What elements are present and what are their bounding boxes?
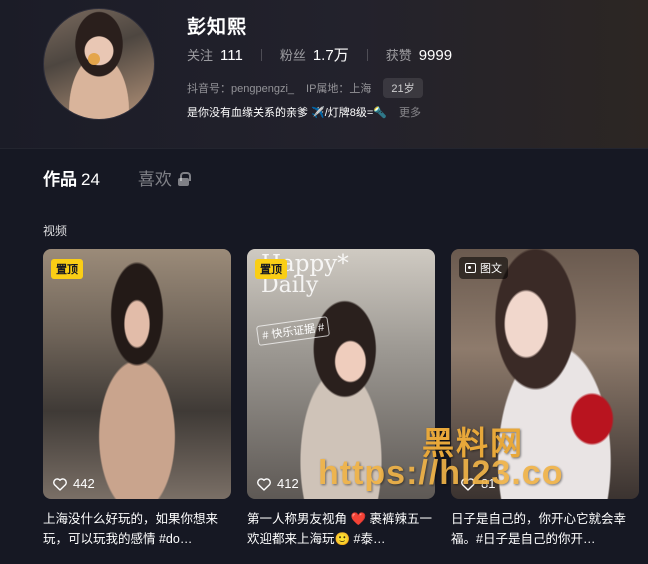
tab-works-count: 24 [81, 170, 100, 189]
avatar[interactable] [43, 8, 155, 120]
video-thumbnail[interactable]: Happy* Daily 置顶 # 快乐证据 # 412 [247, 249, 435, 499]
stat-value: 9999 [418, 47, 453, 64]
avatar-detail [88, 53, 100, 65]
lock-icon [177, 171, 191, 186]
stat-likes-received: 获赞 9999 [386, 45, 452, 64]
like-count-value: 442 [73, 476, 95, 491]
video-thumbnail[interactable]: 置顶 442 [43, 249, 231, 499]
section-label-videos: 视频 [43, 224, 68, 238]
tab-likes-label: 喜欢 [137, 170, 172, 189]
video-card[interactable]: Happy* Daily 置顶 # 快乐证据 # 412 第一人称男友视角 ❤️… [247, 249, 435, 549]
heart-icon [257, 477, 271, 491]
tab-likes[interactable]: 喜欢 [137, 165, 191, 190]
stat-followers[interactable]: 粉丝 1.7万 [280, 44, 349, 65]
profile-tabs: 作品 24 喜欢 [43, 165, 191, 190]
pinned-badge: 置顶 [255, 259, 287, 279]
like-count: 442 [52, 476, 95, 491]
like-count: 81 [460, 476, 495, 491]
image-post-badge: 图文 [459, 257, 508, 279]
gallery-icon [465, 263, 476, 273]
like-count: 412 [256, 476, 299, 491]
profile-name: 彭知熙 [187, 17, 248, 38]
stat-label: 获赞 [385, 48, 412, 63]
video-thumbnail[interactable]: 图文 81 [451, 249, 639, 499]
profile-meta: 抖音号：pengpengzi_ IP属地：上海 21岁 [187, 78, 435, 98]
stat-value: 1.7万 [312, 47, 349, 64]
heart-icon [461, 477, 475, 491]
bio-more-link[interactable]: 更多 [399, 104, 421, 120]
stat-following[interactable]: 关注 111 [187, 45, 243, 64]
video-card[interactable]: 图文 81 日子是自己的，你开心它就会幸福。#日子是自己的你开… [451, 249, 639, 549]
heart-icon [53, 477, 67, 491]
video-description[interactable]: 上海没什么好玩的，如果你想来玩，可以玩我的感情 #do… [43, 509, 231, 549]
header-divider [0, 148, 648, 149]
video-description[interactable]: 日子是自己的，你开心它就会幸福。#日子是自己的你开… [451, 509, 639, 549]
thumbnail-tag: # 快乐证据 # [255, 316, 331, 346]
like-count-value: 81 [481, 476, 496, 491]
tab-works-label: 作品 [43, 170, 77, 189]
stat-label: 粉丝 [279, 48, 306, 63]
age-badge: 21岁 [383, 78, 423, 98]
stat-label: 关注 [187, 48, 214, 63]
pinned-badge: 置顶 [51, 259, 83, 279]
stat-separator [260, 48, 262, 61]
video-description[interactable]: 第一人称男友视角 ❤️ 裹裤辣五一欢迎都来上海玩🙂 #泰… [247, 509, 435, 549]
ip-location: IP属地：上海 [306, 83, 372, 95]
image-post-label: 图文 [480, 263, 502, 275]
douyin-id: 抖音号：pengpengzi_ [187, 83, 295, 95]
bio-text: 是你没有血缘关系的亲爹 ✈️/灯牌8级=🔦 [187, 107, 388, 119]
profile-bio: 是你没有血缘关系的亲爹 ✈️/灯牌8级=🔦 更多 [187, 104, 421, 120]
profile-stats: 关注 111 粉丝 1.7万 获赞 9999 [187, 44, 452, 65]
tab-works[interactable]: 作品 24 [43, 165, 100, 190]
like-count-value: 412 [277, 476, 299, 491]
stat-separator [366, 48, 368, 61]
video-card[interactable]: 置顶 442 上海没什么好玩的，如果你想来玩，可以玩我的感情 #do… [43, 249, 231, 549]
stat-value: 111 [220, 47, 243, 64]
